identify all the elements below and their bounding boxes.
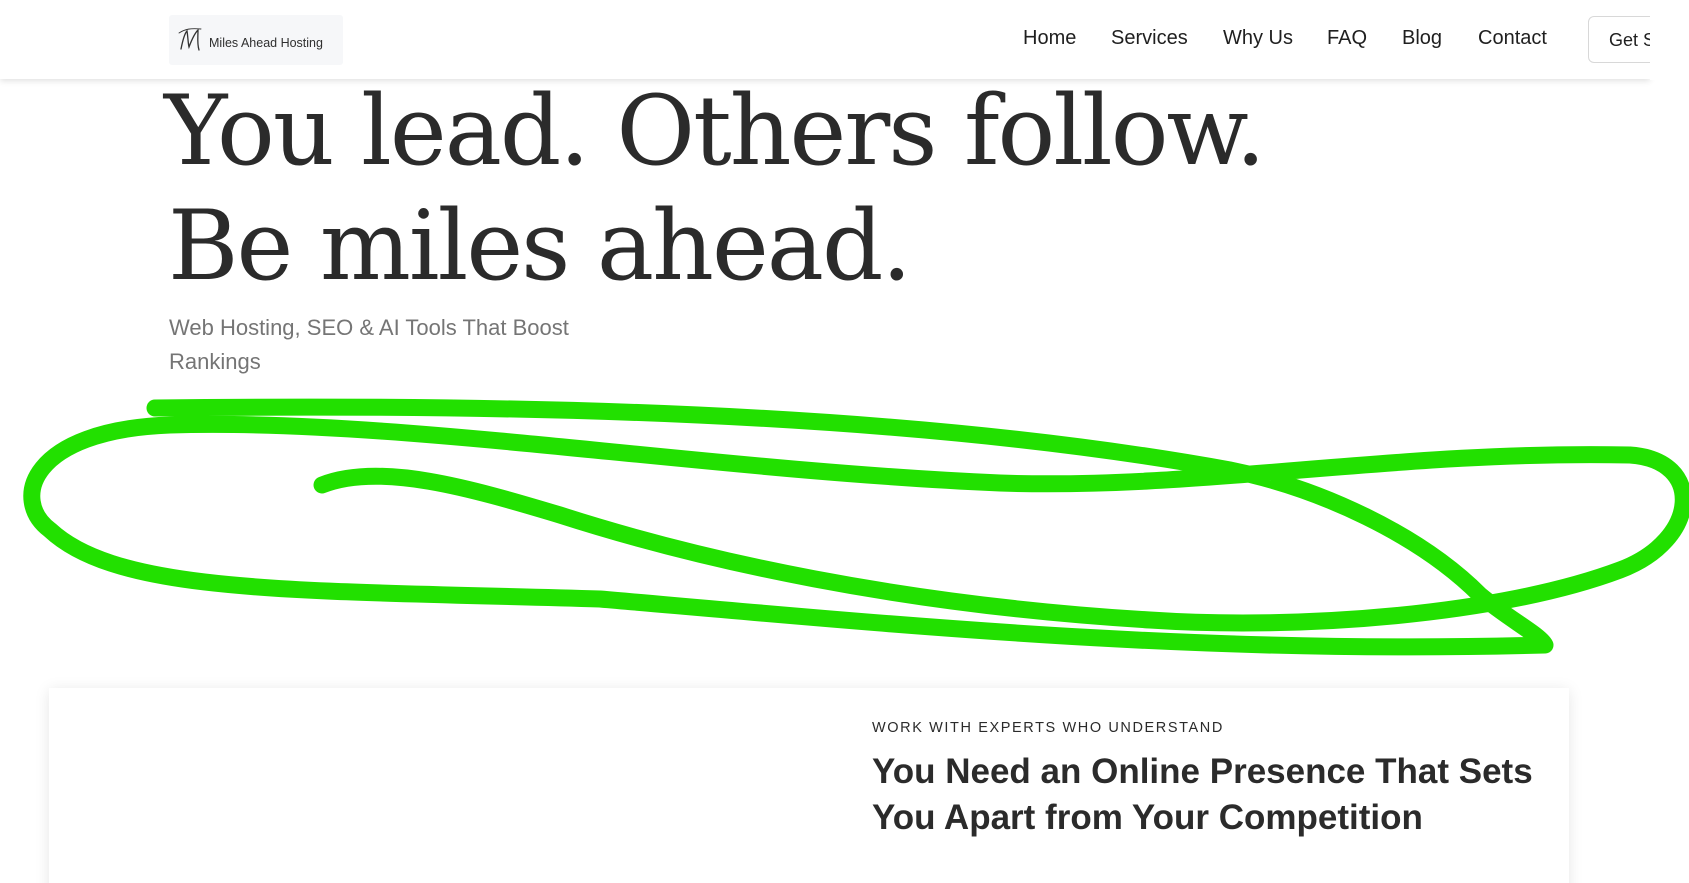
page-edge-mask bbox=[1650, 0, 1689, 80]
hero-title: You lead. Others follow. Be miles ahead. bbox=[164, 74, 1266, 304]
hero-title-line-1: You lead. Others follow. bbox=[164, 75, 1266, 187]
section-title: You Need an Online Presence That Sets Yo… bbox=[872, 752, 1533, 837]
logo-m-icon bbox=[178, 28, 202, 51]
nav-services[interactable]: Services bbox=[1111, 27, 1188, 53]
nav-home[interactable]: Home bbox=[1023, 27, 1076, 53]
nav-why-us[interactable]: Why Us bbox=[1223, 27, 1293, 53]
section-eyebrow: WORK WITH EXPERTS WHO UNDERSTAND bbox=[872, 720, 1224, 736]
nav-blog[interactable]: Blog bbox=[1402, 27, 1442, 53]
site-logo[interactable]: Miles Ahead Hosting bbox=[169, 15, 343, 65]
site-header: Miles Ahead Hosting Home Services Why Us… bbox=[0, 0, 1678, 79]
nav-contact[interactable]: Contact bbox=[1478, 27, 1547, 53]
get-started-label: Get S bbox=[1609, 30, 1656, 50]
logo-text: Miles Ahead Hosting bbox=[209, 36, 323, 50]
hero-subtitle: Web Hosting, SEO & AI Tools That Boost R… bbox=[169, 315, 569, 374]
nav-faq[interactable]: FAQ bbox=[1327, 27, 1367, 53]
hero-title-line-2: Be miles ahead. bbox=[168, 190, 912, 302]
